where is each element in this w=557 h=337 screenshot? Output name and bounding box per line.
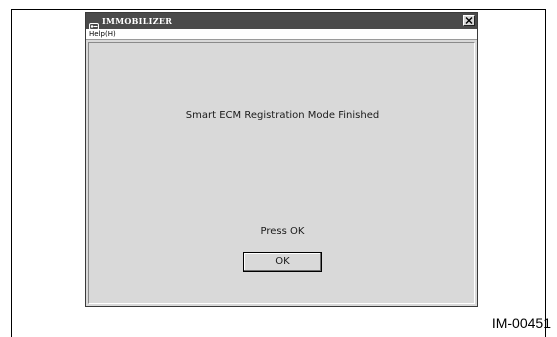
ok-button[interactable]: OK xyxy=(243,252,322,272)
menu-bar: Help(H) xyxy=(86,29,477,40)
figure-page: IMMOBILIZER Help(H) Smart ECM Registrati… xyxy=(0,0,557,337)
prompt-text: Press OK xyxy=(260,226,305,237)
figure-code: IM-00451 xyxy=(491,315,551,331)
title-bar[interactable]: IMMOBILIZER xyxy=(86,13,477,30)
car-key-icon xyxy=(89,16,99,30)
immobilizer-window: IMMOBILIZER Help(H) Smart ECM Registrati… xyxy=(85,12,478,307)
menu-item-help[interactable]: Help(H) xyxy=(89,29,116,39)
close-button[interactable] xyxy=(463,15,475,26)
close-icon xyxy=(465,17,473,24)
window-title: IMMOBILIZER xyxy=(102,16,173,26)
status-message: Smart ECM Registration Mode Finished xyxy=(185,110,380,121)
dialog-client-area: Smart ECM Registration Mode Finished Pre… xyxy=(88,42,475,304)
